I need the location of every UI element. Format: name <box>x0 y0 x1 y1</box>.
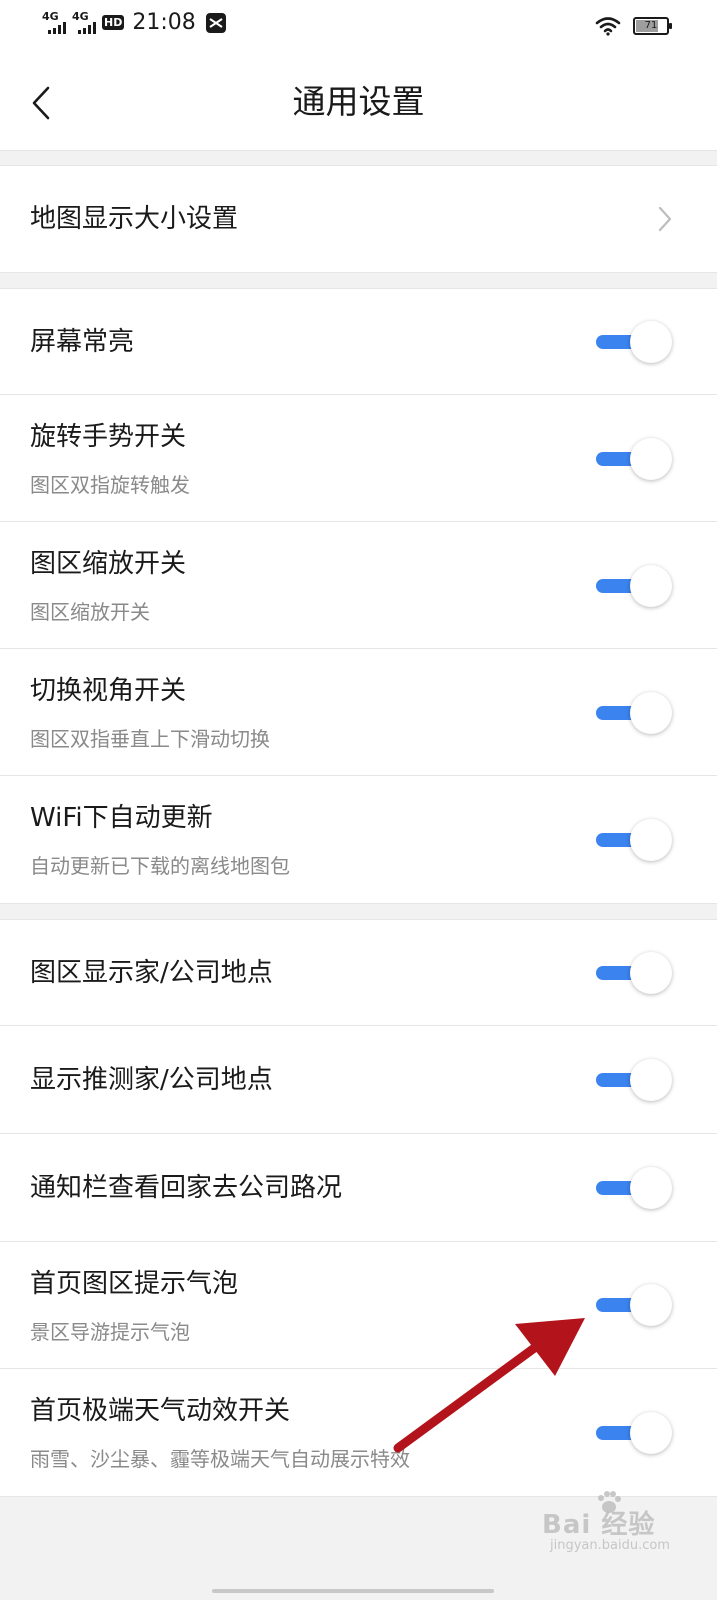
section-map-gestures: 屏幕常亮 旋转手势开关 图区双指旋转触发 图区缩放开关 图区缩放开关 切换视角开… <box>0 288 717 904</box>
bubble-tips-toggle[interactable] <box>594 1282 676 1328</box>
bubble-tips-row: 首页图区提示气泡 景区导游提示气泡 <box>0 1242 717 1369</box>
nav-bar: 通用设置 <box>0 56 717 151</box>
row-subtitle: 图区双指垂直上下滑动切换 <box>30 727 270 751</box>
home-indicator[interactable] <box>212 1589 494 1593</box>
rotate-gesture-toggle[interactable] <box>594 436 676 482</box>
status-left: 4G 4G HD 21:08 <box>42 10 226 35</box>
row-title: 通知栏查看回家去公司路况 <box>30 1173 343 1203</box>
cell-signal-1-label: 4G <box>42 10 59 23</box>
cell-signal-1: 4G <box>42 11 66 34</box>
cell-signal-2: 4G <box>72 11 96 34</box>
notification-traffic-toggle[interactable] <box>594 1165 676 1211</box>
row-title: 图区缩放开关 <box>30 549 187 579</box>
watermark-main-text: Bai 经验 <box>542 1510 656 1540</box>
view-angle-toggle[interactable] <box>594 690 676 736</box>
baidu-jingyan-watermark: Bai 经验 jingyan.baidu.com <box>536 1490 706 1560</box>
zoom-row: 图区缩放开关 图区缩放开关 <box>0 522 717 649</box>
guess-home-company-toggle[interactable] <box>594 1057 676 1103</box>
row-subtitle: 雨雪、沙尘暴、霾等极端天气自动展示特效 <box>30 1447 410 1471</box>
row-title: 显示推测家/公司地点 <box>30 1065 273 1095</box>
row-subtitle: 图区双指旋转触发 <box>30 473 190 497</box>
screen-always-on-row: 屏幕常亮 <box>0 289 717 395</box>
wifi-icon <box>595 17 621 36</box>
guess-home-company-row: 显示推测家/公司地点 <box>0 1026 717 1134</box>
row-title: WiFi下自动更新 <box>30 803 213 833</box>
row-subtitle: 景区导游提示气泡 <box>30 1320 190 1344</box>
map-size-setting-row[interactable]: 地图显示大小设置 <box>0 166 717 272</box>
zoom-toggle[interactable] <box>594 563 676 609</box>
capcut-app-icon <box>205 12 226 33</box>
row-title: 首页图区提示气泡 <box>30 1269 239 1299</box>
row-title: 屏幕常亮 <box>30 327 135 357</box>
battery-icon: 71 <box>633 17 672 35</box>
view-angle-row: 切换视角开关 图区双指垂直上下滑动切换 <box>0 649 717 776</box>
screen-always-on-toggle[interactable] <box>594 319 676 365</box>
extreme-weather-toggle[interactable] <box>594 1410 676 1456</box>
extreme-weather-row: 首页极端天气动效开关 雨雪、沙尘暴、霾等极端天气自动展示特效 <box>0 1369 717 1496</box>
section-map-size: 地图显示大小设置 <box>0 165 717 273</box>
section-home-features: 图区显示家/公司地点 显示推测家/公司地点 通知栏查看回家去公司路况 首页图区提… <box>0 919 717 1497</box>
wifi-auto-update-toggle[interactable] <box>594 817 676 863</box>
row-title: 旋转手势开关 <box>30 422 187 452</box>
watermark-sub-text: jingyan.baidu.com <box>550 1538 670 1553</box>
status-bar: 4G 4G HD 21:08 71 <box>0 0 717 56</box>
rotate-gesture-row: 旋转手势开关 图区双指旋转触发 <box>0 395 717 522</box>
show-home-company-toggle[interactable] <box>594 950 676 996</box>
status-right: 71 <box>595 16 672 36</box>
clock: 21:08 <box>132 10 196 35</box>
page-title: 通用设置 <box>292 82 425 121</box>
signal-bars-icon <box>48 22 66 34</box>
row-title: 图区显示家/公司地点 <box>30 958 273 988</box>
notification-traffic-row: 通知栏查看回家去公司路况 <box>0 1134 717 1242</box>
row-subtitle: 图区缩放开关 <box>30 600 150 624</box>
cell-signal-2-label: 4G <box>72 10 89 23</box>
row-title: 切换视角开关 <box>30 676 187 706</box>
row-subtitle: 自动更新已下载的离线地图包 <box>30 854 290 878</box>
battery-level: 71 <box>644 20 658 31</box>
wifi-auto-update-row: WiFi下自动更新 自动更新已下载的离线地图包 <box>0 776 717 903</box>
row-title: 地图显示大小设置 <box>30 204 239 234</box>
hd-badge: HD <box>102 15 125 30</box>
row-title: 首页极端天气动效开关 <box>30 1396 291 1426</box>
chevron-right-icon <box>658 206 672 232</box>
signal-bars-icon <box>78 22 96 34</box>
show-home-company-row: 图区显示家/公司地点 <box>0 920 717 1026</box>
